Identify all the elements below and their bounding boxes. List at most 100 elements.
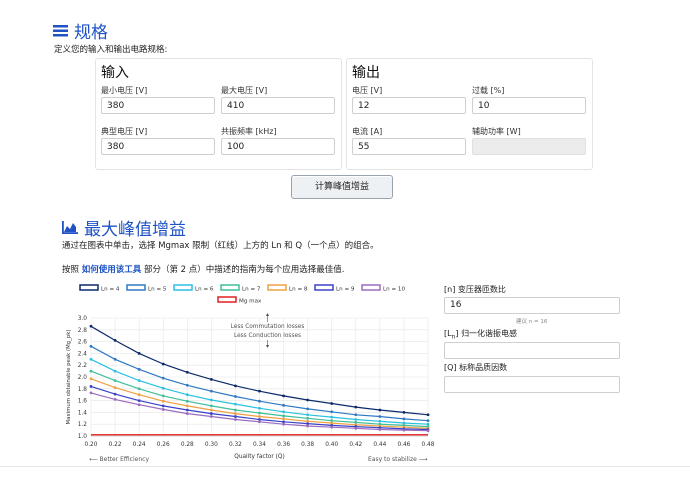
data-point xyxy=(306,398,310,402)
min-voltage-input[interactable]: 380 xyxy=(101,97,215,114)
y-tick-label: 1.6 xyxy=(78,399,88,405)
legend-swatch xyxy=(173,284,193,291)
ln-label-prefix: [L xyxy=(444,329,452,338)
x-tick-label: 0.22 xyxy=(109,442,122,448)
overload-label: 过载 [%] xyxy=(472,86,505,95)
gain-guideline: 按照 如何使用该工具 部分（第 2 点）中描述的指南为每个应用选择最佳值. xyxy=(62,263,344,275)
data-point xyxy=(161,399,165,403)
data-point xyxy=(209,415,213,418)
gain-title-text: 最大峰值增益 xyxy=(84,220,186,240)
legend-swatch xyxy=(220,284,240,291)
ln-input[interactable] xyxy=(444,342,620,359)
data-point xyxy=(161,376,165,380)
output-current-input[interactable]: 55 xyxy=(352,138,466,155)
peak-gain-chart[interactable]: Ln = 4 Ln = 5 Ln = 6 Ln = 7 Ln = 8 Ln = 9 Ln =… xyxy=(62,280,434,472)
easy-to-stabilize-note: Easy to stabilize ⟶ xyxy=(368,456,428,463)
turns-ratio-input[interactable]: 16 xyxy=(444,297,620,314)
data-point xyxy=(282,417,285,421)
data-point xyxy=(209,408,213,412)
data-point xyxy=(282,410,285,414)
data-point xyxy=(306,407,310,411)
legend-label: Ln = 8 xyxy=(289,287,308,293)
gain-instructions: 通过在图表中单击，选择 Mgmax 限制（红线）上方的 Ln 和 Q（一个点）的… xyxy=(62,241,379,251)
q-input[interactable] xyxy=(444,376,620,393)
legend-label: Ln = 9 xyxy=(336,287,355,293)
legend-label: Mg max xyxy=(239,299,262,305)
legend-label: Ln = 5 xyxy=(148,287,167,293)
data-point xyxy=(161,408,165,411)
y-tick-label: 1.0 xyxy=(78,434,88,440)
typical-voltage-label: 典型电压 [V] xyxy=(101,127,148,136)
max-voltage-label: 最大电压 [V] xyxy=(221,86,268,95)
data-point xyxy=(258,420,261,424)
data-point xyxy=(209,404,213,408)
data-point xyxy=(137,399,141,402)
data-point xyxy=(209,412,213,415)
list-icon xyxy=(53,24,68,36)
output-panel-title: 输出 xyxy=(352,65,380,81)
data-point xyxy=(185,399,189,403)
data-point xyxy=(330,425,334,429)
guideline-suffix: 部分（第 2 点）中描述的指南为每个应用选择最佳值. xyxy=(143,265,345,275)
typical-voltage-input[interactable]: 380 xyxy=(101,138,215,155)
legend-swatch xyxy=(361,284,381,291)
x-tick-label: 0.40 xyxy=(325,442,338,448)
annotation-arrow-up-head xyxy=(265,313,270,316)
data-point xyxy=(113,357,117,361)
data-point xyxy=(234,402,237,406)
data-point xyxy=(234,395,237,398)
data-point xyxy=(113,398,117,401)
x-tick-label: 0.46 xyxy=(397,442,410,448)
ln-label: [Ln] 归一化谐振电感 xyxy=(444,328,517,341)
ln-label-text: 归一化谐振电感 xyxy=(461,329,518,338)
data-point xyxy=(89,357,93,361)
y-tick-label: 2.6 xyxy=(78,340,88,346)
input-panel: 输入 最小电压 [V] 380 最大电压 [V] 410 典型电压 [V] 38… xyxy=(95,58,342,170)
guideline-prefix: 按照 xyxy=(62,265,80,275)
output-voltage-input[interactable]: 12 xyxy=(352,97,466,114)
calculate-peak-gain-button[interactable]: 计算峰值增益 xyxy=(291,175,393,199)
max-voltage-input[interactable]: 410 xyxy=(221,97,335,114)
data-point xyxy=(234,412,237,415)
resonant-frequency-label: 共振频率 [kHz] xyxy=(221,127,277,136)
x-tick-label: 0.20 xyxy=(85,442,98,448)
x-tick-label: 0.36 xyxy=(277,442,290,448)
data-point xyxy=(282,422,285,426)
data-point xyxy=(185,383,189,387)
input-panel-title: 输入 xyxy=(101,65,129,81)
data-point xyxy=(306,416,310,420)
y-axis-title: Maximum obtainable peak (Mg_pk) xyxy=(66,330,72,425)
data-point xyxy=(89,324,93,328)
x-tick-label: 0.48 xyxy=(422,442,434,448)
x-tick-label: 0.30 xyxy=(205,442,218,448)
data-point xyxy=(378,419,382,423)
data-point xyxy=(282,394,285,398)
x-tick-label: 0.34 xyxy=(253,442,266,448)
legend-label: Ln = 10 xyxy=(383,287,405,293)
data-point xyxy=(258,406,261,410)
how-to-use-link[interactable]: 如何使用该工具 xyxy=(82,265,142,275)
footer-divider xyxy=(0,466,690,467)
data-point xyxy=(113,379,117,382)
data-point xyxy=(234,408,237,412)
data-point xyxy=(258,411,261,415)
data-point xyxy=(306,413,310,417)
data-point xyxy=(258,399,261,403)
data-point xyxy=(89,385,93,388)
area-chart-icon xyxy=(62,221,78,234)
data-point xyxy=(402,428,406,432)
resonant-frequency-input[interactable]: 100 xyxy=(221,138,335,155)
data-point xyxy=(258,415,261,418)
overload-input[interactable]: 10 xyxy=(472,97,586,114)
spec-title-text: 规格 xyxy=(74,23,108,43)
y-tick-label: 1.4 xyxy=(78,410,88,416)
turns-ratio-hint: 建议 n = 16 xyxy=(516,319,548,325)
data-point xyxy=(330,410,334,414)
data-point xyxy=(282,403,285,407)
data-point xyxy=(209,389,213,393)
y-tick-label: 2.0 xyxy=(78,375,88,381)
page: 规格 定义您的输入和输出电路规格: 输入 最小电压 [V] 380 最大电压 [… xyxy=(0,0,690,479)
legend-label: Ln = 7 xyxy=(242,287,261,293)
output-panel: 输出 电压 [V] 12 过载 [%] 10 电流 [A] 55 辅助功率 [W… xyxy=(346,58,593,170)
data-point xyxy=(137,393,141,397)
